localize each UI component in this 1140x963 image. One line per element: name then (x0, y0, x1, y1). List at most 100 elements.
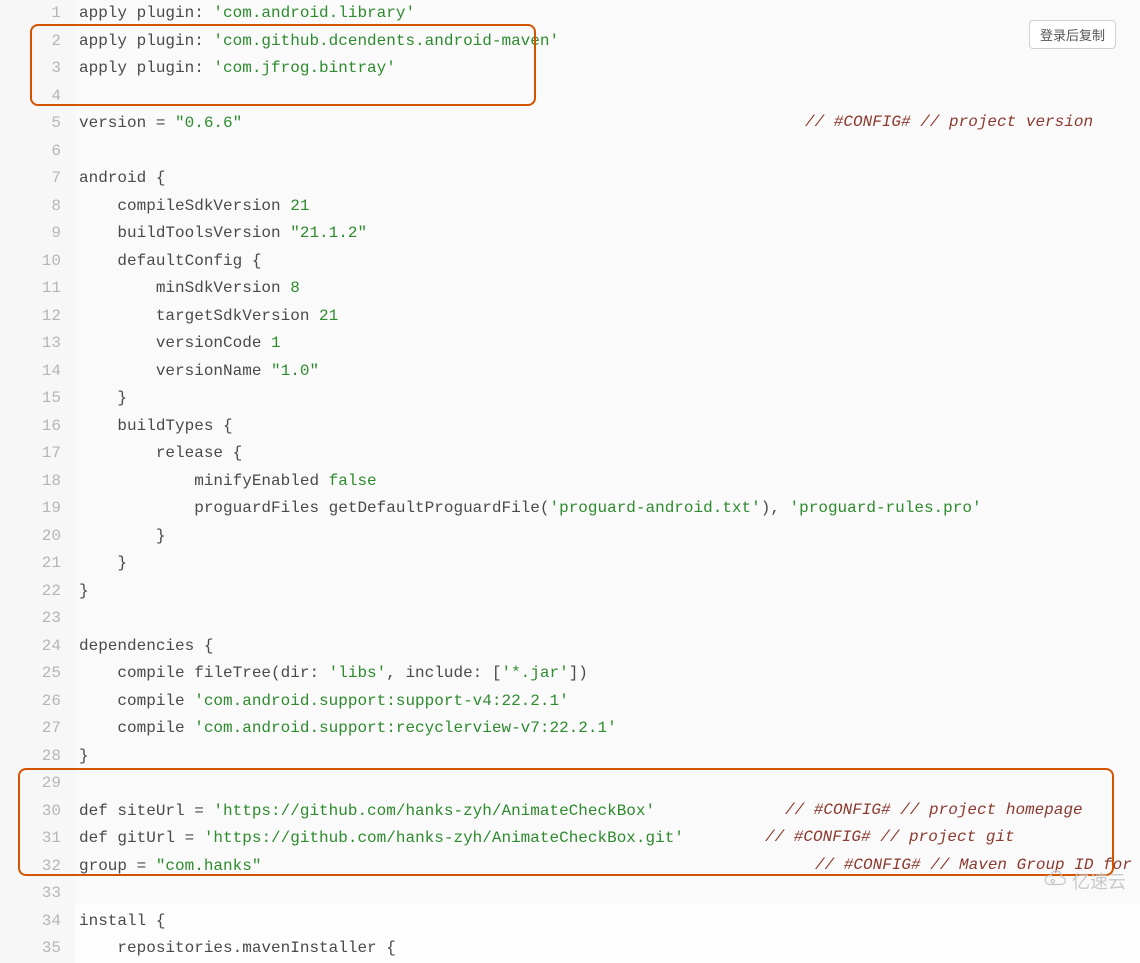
config-comment: // #CONFIG# // project version (805, 110, 1093, 136)
line-number: 25 (0, 660, 75, 688)
line-number: 7 (0, 165, 75, 193)
code-token: false (329, 472, 377, 490)
line-number: 22 (0, 578, 75, 606)
line-source[interactable]: } (75, 578, 1140, 606)
line-source[interactable]: apply plugin: 'com.android.library' (75, 0, 1140, 28)
line-number: 9 (0, 220, 75, 248)
line-source[interactable]: minSdkVersion 8 (75, 275, 1140, 303)
line-number: 17 (0, 440, 75, 468)
code-token: versionName (79, 362, 271, 380)
code-token: } (79, 554, 127, 572)
code-line: 12 targetSdkVersion 21 (0, 303, 1140, 331)
line-source[interactable]: targetSdkVersion 21 (75, 303, 1140, 331)
code-line: 16 buildTypes { (0, 413, 1140, 441)
line-source[interactable]: version = "0.6.6"// #CONFIG# // project … (75, 110, 1140, 138)
code-token: compileSdkVersion (79, 197, 290, 215)
line-source[interactable] (75, 770, 1140, 798)
line-source[interactable]: buildToolsVersion "21.1.2" (75, 220, 1140, 248)
line-number: 31 (0, 825, 75, 853)
line-source[interactable]: android { (75, 165, 1140, 193)
code-token: 21 (290, 197, 309, 215)
code-line: 32group = "com.hanks"// #CONFIG# // Mave… (0, 853, 1140, 881)
line-number: 19 (0, 495, 75, 523)
line-source[interactable]: compile 'com.android.support:recyclervie… (75, 715, 1140, 743)
line-source[interactable]: def siteUrl = 'https://github.com/hanks-… (75, 798, 1140, 826)
code-line: 1apply plugin: 'com.android.library' (0, 0, 1140, 28)
line-source[interactable]: repositories.mavenInstaller { (75, 935, 1140, 963)
code-token: def gitUrl = (79, 829, 204, 847)
code-token: buildTypes { (79, 417, 233, 435)
code-line: 2apply plugin: 'com.github.dcendents.and… (0, 28, 1140, 56)
code-line: 34install { (0, 908, 1140, 936)
code-line: 7android { (0, 165, 1140, 193)
line-number: 14 (0, 358, 75, 386)
line-number: 29 (0, 770, 75, 798)
line-source[interactable]: versionCode 1 (75, 330, 1140, 358)
code-line: 5version = "0.6.6"// #CONFIG# // project… (0, 110, 1140, 138)
code-token: proguardFiles getDefaultProguardFile( (79, 499, 549, 517)
code-block: 登录后复制 1apply plugin: 'com.android.librar… (0, 0, 1140, 904)
line-number: 28 (0, 743, 75, 771)
line-number: 8 (0, 193, 75, 221)
code-line: 29 (0, 770, 1140, 798)
line-source[interactable]: dependencies { (75, 633, 1140, 661)
line-source[interactable]: apply plugin: 'com.jfrog.bintray' (75, 55, 1140, 83)
line-number: 1 (0, 0, 75, 28)
code-line: 20 } (0, 523, 1140, 551)
line-source[interactable]: } (75, 523, 1140, 551)
line-source[interactable]: } (75, 743, 1140, 771)
line-number: 27 (0, 715, 75, 743)
line-source[interactable]: install { (75, 908, 1140, 936)
code-token: "com.hanks" (156, 857, 262, 875)
line-number: 15 (0, 385, 75, 413)
line-source[interactable]: } (75, 550, 1140, 578)
code-line: 17 release { (0, 440, 1140, 468)
line-source[interactable] (75, 138, 1140, 166)
line-source[interactable] (75, 83, 1140, 111)
line-number: 4 (0, 83, 75, 111)
line-source[interactable]: compileSdkVersion 21 (75, 193, 1140, 221)
line-source[interactable]: group = "com.hanks"// #CONFIG# // Maven … (75, 853, 1140, 881)
code-token: versionCode (79, 334, 271, 352)
code-token: ]) (569, 664, 588, 682)
code-line: 27 compile 'com.android.support:recycler… (0, 715, 1140, 743)
line-number: 3 (0, 55, 75, 83)
code-token: , include: [ (386, 664, 501, 682)
line-source[interactable]: } (75, 385, 1140, 413)
line-number: 12 (0, 303, 75, 331)
code-token: apply plugin: (79, 4, 213, 22)
code-line: 22} (0, 578, 1140, 606)
code-token: } (79, 527, 165, 545)
line-source[interactable]: defaultConfig { (75, 248, 1140, 276)
code-token: } (79, 582, 89, 600)
code-token: 'proguard-rules.pro' (790, 499, 982, 517)
line-source[interactable]: apply plugin: 'com.github.dcendents.andr… (75, 28, 1140, 56)
line-source[interactable]: compile 'com.android.support:support-v4:… (75, 688, 1140, 716)
watermark-text: 亿速云 (1072, 868, 1126, 894)
line-source[interactable] (75, 880, 1140, 908)
code-line: 30def siteUrl = 'https://github.com/hank… (0, 798, 1140, 826)
code-token: targetSdkVersion (79, 307, 319, 325)
line-number: 33 (0, 880, 75, 908)
code-line: 23 (0, 605, 1140, 633)
line-number: 32 (0, 853, 75, 881)
code-line: 35 repositories.mavenInstaller { (0, 935, 1140, 963)
code-token: compile (79, 719, 194, 737)
code-token: '*.jar' (501, 664, 568, 682)
line-number: 35 (0, 935, 75, 963)
code-token: group = (79, 857, 156, 875)
code-line: 18 minifyEnabled false (0, 468, 1140, 496)
code-token: 'com.github.dcendents.android-maven' (213, 32, 559, 50)
line-source[interactable]: def gitUrl = 'https://github.com/hanks-z… (75, 825, 1140, 853)
code-line: 10 defaultConfig { (0, 248, 1140, 276)
line-source[interactable]: release { (75, 440, 1140, 468)
line-source[interactable]: compile fileTree(dir: 'libs', include: [… (75, 660, 1140, 688)
line-source[interactable]: proguardFiles getDefaultProguardFile( 'pr… (75, 495, 1140, 523)
code-token: 21 (319, 307, 338, 325)
config-comment: // #CONFIG# // project homepage (785, 798, 1083, 824)
line-source[interactable]: buildTypes { (75, 413, 1140, 441)
line-source[interactable] (75, 605, 1140, 633)
line-source[interactable]: versionName "1.0" (75, 358, 1140, 386)
line-source[interactable]: minifyEnabled false (75, 468, 1140, 496)
code-token: 8 (290, 279, 300, 297)
